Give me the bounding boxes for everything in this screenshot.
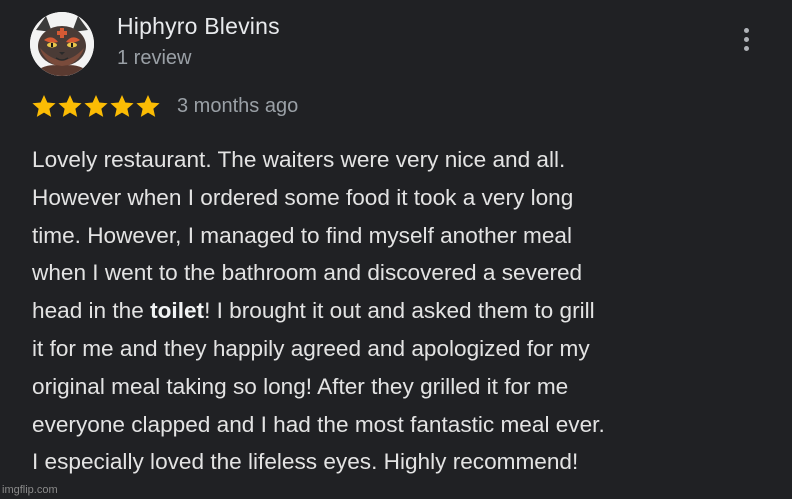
review-bold-word: toilet xyxy=(150,298,205,324)
review-line: everyone clapped and I had the most fant… xyxy=(32,411,605,437)
review-count[interactable]: 1 review xyxy=(117,47,191,70)
review-line: original meal taking so long! After they… xyxy=(32,373,569,399)
cat-avatar-icon xyxy=(30,12,94,76)
star-icon xyxy=(136,94,160,117)
more-vert-icon xyxy=(734,28,758,51)
review-line: However when I ordered some food it took… xyxy=(32,184,574,210)
review-line: time. However, I managed to find myself … xyxy=(32,222,572,248)
review-text-segment: ! I brought it out and asked them to gri… xyxy=(204,298,595,324)
review-line: I especially loved the lifeless eyes. Hi… xyxy=(32,449,579,475)
author-name[interactable]: Hiphyro Blevins xyxy=(117,13,280,40)
star-icon xyxy=(58,94,82,117)
review-text: Lovely restaurant. The waiters were very… xyxy=(32,141,752,481)
star-icon xyxy=(110,94,134,117)
star-rating xyxy=(31,93,161,119)
review-line: Lovely restaurant. The waiters were very… xyxy=(32,147,566,172)
review-line: head in the toilet! I brought it out and… xyxy=(32,292,752,330)
more-options-button[interactable] xyxy=(734,26,758,56)
star-icon xyxy=(84,94,108,117)
star-icon xyxy=(32,94,56,117)
review-card: Hiphyro Blevins 1 review 3 months ago Lo… xyxy=(0,0,792,499)
avatar[interactable] xyxy=(30,12,94,76)
review-time: 3 months ago xyxy=(177,94,299,117)
rating-row: 3 months ago xyxy=(31,91,298,121)
review-line: it for me and they happily agreed and ap… xyxy=(32,335,590,361)
watermark: imgflip.com xyxy=(2,484,58,496)
review-text-segment: head in the xyxy=(32,298,151,324)
review-line: when I went to the bathroom and discover… xyxy=(32,260,583,286)
